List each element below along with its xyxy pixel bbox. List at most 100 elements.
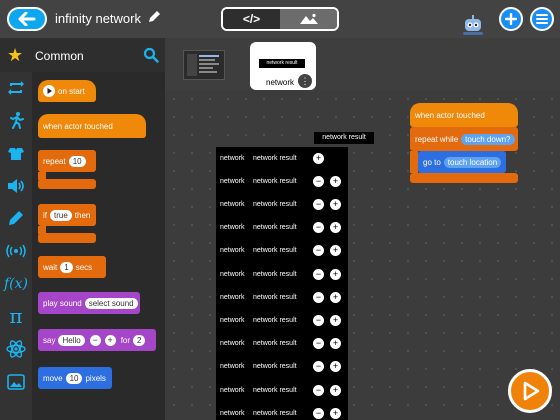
network-row[interactable]: network network result + [220, 152, 330, 164]
move-value[interactable]: 10 [65, 372, 83, 384]
search-icon[interactable] [143, 47, 159, 63]
back-button[interactable] [7, 7, 47, 31]
on-start-label: on start [58, 86, 85, 96]
say-secs[interactable]: 2 [133, 334, 146, 346]
actor-thumbnail-preview: network result [259, 59, 305, 68]
network-row[interactable]: network network result − + [220, 245, 347, 257]
add-item-button[interactable]: + [330, 384, 341, 396]
remove-item-button[interactable]: − [313, 338, 324, 350]
remove-item-button[interactable]: − [313, 245, 324, 257]
network-label: network [220, 316, 245, 324]
pencil-icon[interactable] [147, 10, 161, 24]
actor-thumbnail[interactable]: network result network ⋮ [250, 42, 316, 90]
remove-item-button[interactable]: − [313, 407, 324, 419]
network-row[interactable]: network network result − + [220, 314, 347, 326]
add-item-button[interactable]: + [330, 338, 341, 350]
pi-icon[interactable]: π [5, 304, 27, 328]
network-result-label: network result [253, 386, 297, 394]
go-to-target[interactable]: touch location [443, 156, 502, 168]
say-value[interactable]: Hello [58, 334, 85, 346]
repeat-block[interactable]: repeat 10 [38, 150, 96, 172]
if-then-block[interactable]: if true then [38, 204, 96, 226]
image-mode-button[interactable] [280, 9, 337, 29]
network-row[interactable]: network network result − + [220, 338, 347, 350]
play-sound-block[interactable]: play sound select sound [38, 292, 140, 314]
add-item-button[interactable]: + [313, 152, 324, 164]
stage-thumbnail[interactable] [183, 50, 225, 80]
category-title: Common [35, 49, 84, 63]
canvas-hat-label: when actor touched [415, 110, 485, 120]
remove-item-button[interactable]: − [313, 361, 324, 373]
star-icon[interactable]: ★ [7, 46, 23, 64]
network-result-label: network result [253, 177, 297, 185]
network-row[interactable]: network network result − + [220, 222, 347, 234]
go-to-block[interactable]: go to touch location [418, 151, 506, 173]
wait-block[interactable]: wait 1 secs [38, 256, 106, 278]
remove-item-button[interactable]: − [313, 175, 324, 187]
menu-button[interactable] [530, 7, 554, 31]
say-plus-button[interactable]: + [104, 334, 116, 346]
repeat-count[interactable]: 10 [68, 155, 86, 167]
image-block-icon[interactable] [5, 371, 27, 393]
network-row[interactable]: network network result − + [220, 198, 347, 210]
add-item-button[interactable]: + [330, 268, 341, 280]
if-value[interactable]: true [50, 209, 72, 221]
then-label: then [74, 210, 91, 220]
when-actor-touched-block[interactable]: when actor touched [38, 114, 146, 138]
repeat-while-foot [410, 173, 518, 183]
add-item-button[interactable]: + [330, 314, 341, 326]
network-row[interactable]: network network result − + [220, 384, 347, 396]
say-block[interactable]: say Hello − + for 2 [38, 329, 156, 351]
play-button[interactable] [508, 369, 552, 413]
network-label: network [220, 200, 245, 208]
network-row[interactable]: network network result − + [220, 407, 347, 419]
add-item-button[interactable]: + [330, 222, 341, 234]
network-row[interactable]: network network result − + [220, 175, 347, 187]
say-for-label: for [120, 335, 131, 345]
repeat-while-label: repeat while [415, 134, 459, 144]
network-label: network [220, 154, 245, 162]
repeat-while-block[interactable]: repeat while touch down? [410, 127, 518, 151]
speaker-icon[interactable] [5, 175, 27, 197]
remove-item-button[interactable]: − [313, 268, 324, 280]
network-result-label: network result [253, 154, 297, 162]
move-block[interactable]: move 10 pixels [38, 367, 112, 389]
control-loop-icon[interactable] [5, 77, 27, 99]
network-row[interactable]: network network result − + [220, 361, 347, 373]
remove-item-button[interactable]: − [313, 314, 324, 326]
code-icon: </> [242, 12, 261, 26]
network-row[interactable]: network network result − + [220, 291, 347, 303]
add-item-button[interactable]: + [330, 407, 341, 419]
robot-icon[interactable] [461, 14, 485, 36]
repeat-while-arm [410, 151, 418, 173]
code-mode-button[interactable]: </> [223, 9, 280, 29]
project-title[interactable]: infinity network [55, 11, 141, 26]
add-item-button[interactable]: + [330, 245, 341, 257]
sound-select[interactable]: select sound [84, 297, 138, 309]
atom-icon[interactable] [5, 338, 27, 360]
broadcast-icon[interactable] [5, 240, 27, 262]
add-item-button[interactable]: + [330, 361, 341, 373]
function-icon[interactable]: f(x) [4, 273, 28, 295]
wait-value[interactable]: 1 [60, 261, 73, 273]
add-item-button[interactable]: + [330, 291, 341, 303]
remove-item-button[interactable]: − [313, 222, 324, 234]
costume-icon[interactable] [5, 143, 27, 165]
add-item-button[interactable]: + [330, 175, 341, 187]
remove-item-button[interactable]: − [313, 198, 324, 210]
actor-menu-icon[interactable]: ⋮ [298, 74, 312, 88]
on-start-block[interactable]: on start [38, 80, 96, 102]
remove-item-button[interactable]: − [313, 291, 324, 303]
if-block-foot [38, 233, 96, 243]
network-block-stack[interactable]: network network result + network network res… [216, 147, 348, 420]
repeat-block-foot [38, 179, 96, 189]
add-item-button[interactable]: + [330, 198, 341, 210]
remove-item-button[interactable]: − [313, 384, 324, 396]
running-man-icon[interactable] [5, 109, 27, 131]
say-minus-button[interactable]: − [89, 334, 101, 346]
touch-down-condition[interactable]: touch down? [461, 133, 515, 145]
add-button[interactable] [499, 7, 523, 31]
network-row[interactable]: network network result − + [220, 268, 347, 280]
canvas-when-actor-touched-block[interactable]: when actor touched [410, 103, 518, 127]
pen-icon[interactable] [5, 207, 27, 229]
